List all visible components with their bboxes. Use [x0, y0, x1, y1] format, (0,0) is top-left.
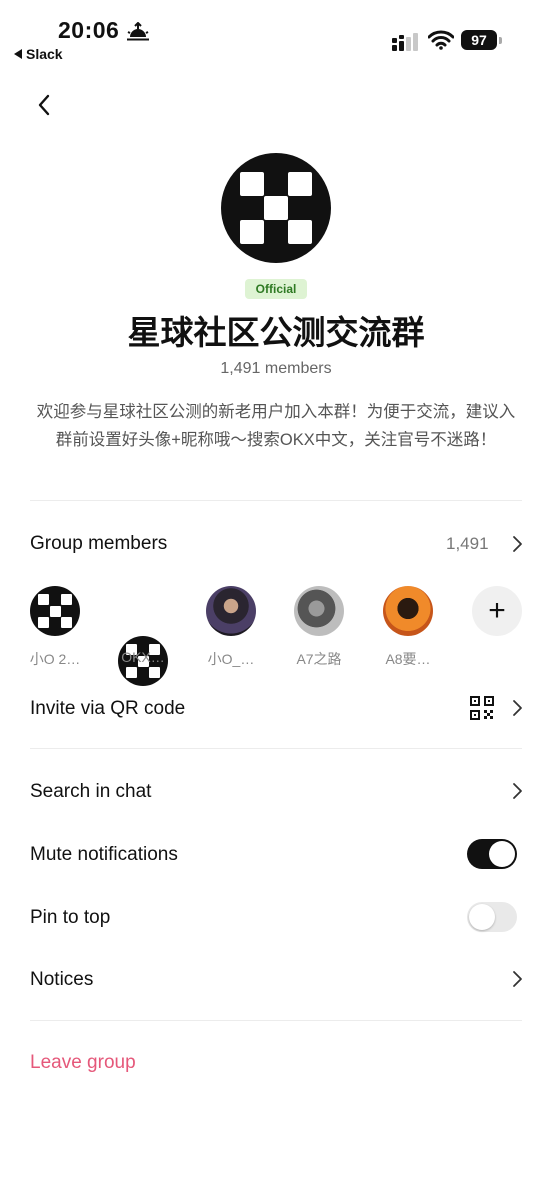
member-avatar[interactable] — [30, 586, 80, 636]
signal-icon — [392, 33, 418, 51]
battery-icon: 97 — [461, 30, 502, 50]
member-name: OKX… — [121, 649, 165, 665]
toggle-knob — [489, 841, 515, 867]
group-members-count: 1,491 — [446, 534, 489, 553]
back-to-app-link[interactable]: Slack — [14, 46, 63, 62]
member-name: A7之路 — [296, 651, 342, 667]
chevron-right-icon[interactable] — [510, 970, 524, 988]
sunrise-icon — [127, 22, 149, 41]
add-member-button[interactable]: + — [472, 586, 522, 636]
member-avatar-photo[interactable] — [383, 586, 433, 636]
group-title: 星球社区公测交流群 — [127, 314, 425, 351]
wifi-icon — [428, 30, 454, 50]
battery-level: 97 — [461, 30, 497, 50]
member-count-text: 1,491 members — [220, 360, 332, 377]
official-badge: Official — [245, 279, 307, 299]
mute-notifications-toggle[interactable] — [467, 839, 517, 869]
chevron-right-icon[interactable] — [510, 535, 524, 553]
member-name: A8要… — [385, 651, 431, 667]
mute-notifications-label: Mute notifications — [30, 844, 178, 865]
chevron-right-icon[interactable] — [510, 782, 524, 800]
member-avatar-photo[interactable] — [294, 586, 344, 636]
back-app-label: Slack — [26, 46, 63, 62]
back-chevron-icon[interactable] — [30, 90, 60, 120]
group-description: 欢迎参与星球社区公测的新老用户加入本群！为便于交流，建议入群前设置好头像+昵称哦… — [36, 403, 516, 449]
leave-group-button[interactable]: Leave group — [30, 1052, 136, 1074]
notices-label[interactable]: Notices — [30, 969, 93, 991]
pin-to-top-label: Pin to top — [30, 907, 111, 928]
search-in-chat-label[interactable]: Search in chat — [30, 781, 151, 803]
divider — [30, 748, 522, 749]
member-name: 小O 2… — [29, 651, 81, 667]
group-avatar-logo — [221, 153, 331, 263]
pin-to-top-toggle[interactable] — [467, 902, 517, 932]
divider — [30, 1020, 522, 1021]
member-avatar-photo[interactable] — [206, 586, 256, 636]
group-members-label[interactable]: Group members — [30, 533, 167, 555]
plus-icon: + — [488, 594, 506, 627]
back-triangle-icon — [14, 49, 22, 59]
divider — [30, 500, 522, 501]
qr-code-icon — [470, 696, 494, 720]
invite-qr-label[interactable]: Invite via QR code — [30, 698, 185, 720]
member-name: 小O_… — [207, 651, 255, 667]
chevron-right-icon[interactable] — [510, 699, 524, 717]
status-time: 20:06 — [58, 17, 120, 43]
toggle-knob — [469, 904, 495, 930]
